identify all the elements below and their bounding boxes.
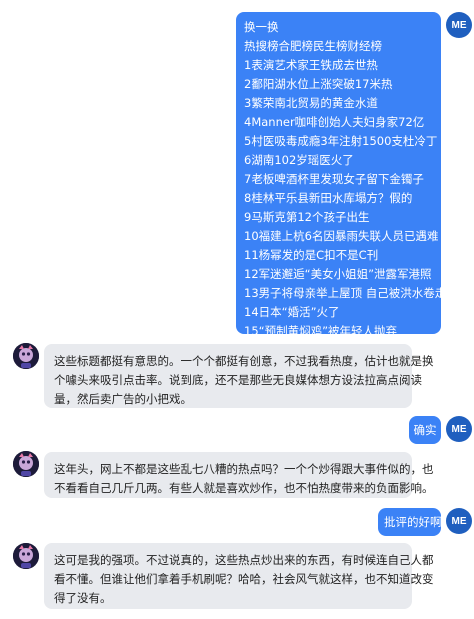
message-user-1: 换一换 热搜榜合肥榜民生榜财经榜 1表演艺术家王铁成去世热 2鄱阳湖水位上涨突破… [0,0,474,340]
bubble-line: 4Manner咖啡创始人夫妇身家72亿 [244,115,425,129]
message-assistant-1: 这些标题都挺有意思的。一个个都挺有创意，不过我看热度，估计也就是换 个噱头来吸引… [0,340,474,410]
bubble-line: 13男子将母亲举上屋顶 自己被洪水卷走热 [244,286,458,300]
bubble-line: 6湖南102岁瑶医火了 [244,153,354,167]
bubble-line: 9马斯克第12个孩子出生 [244,210,370,224]
user-bubble-hot-search-list: 换一换 热搜榜合肥榜民生榜财经榜 1表演艺术家王铁成去世热 2鄱阳湖水位上涨突破… [236,12,458,338]
message-assistant-2: 这年头，网上不都是这些乱七八糟的热点吗？一个个炒得跟大事件似的，也 不看看自己几… [0,448,474,504]
bubble-line: 批评的好啊 [384,515,442,529]
bubble-line: 15“预制黄焖鸡”被年轻人抛弃 [244,324,398,338]
message-user-2: 确实 ME [0,410,474,450]
assistant-bubble: 这可是我的强项。不过说真的，这些热点炒出来的东西，有时候连自己人都 看不懂。但谁… [44,543,434,609]
bubble-line: 个噱头来吸引点击率。说到底，还不是那些无良媒体想方设法拉高点阅读 [54,373,422,387]
bubble-line: 3繁荣南北贸易的黄金水道 [244,96,378,110]
bubble-line: 换一换 [244,20,279,34]
user-bubble: 批评的好啊 [378,508,442,536]
user-bubble: 确实 [409,416,441,444]
assistant-avatar [13,543,39,569]
bubble-line: 量，然后卖广告的小把戏。 [54,392,192,406]
bubble-line: 7老板啤酒杯里发现女子留下金镯子 [244,172,424,186]
bubble-line: 2鄱阳湖水位上涨突破17米热 [244,77,393,91]
bubble-line: 不看看自己几斤几两。有些人就是喜欢炒作，也不怕热度带来的负面影响。 [54,481,434,495]
user-avatar: ME [446,416,472,442]
bubble-line: 10福建上杭6名因暴雨失联人员已遇难 [244,229,439,243]
bubble-line: 看不懂。但谁让他们拿着手机刷呢？哈哈，社会风气就这样，也不知道改变 [54,572,434,586]
bubble-line: 8桂林平乐县新田水库塌方？假的 [244,191,413,205]
bubble-line: 12军迷邂逅“美女小姐姐”泄露军港照 [244,267,432,281]
bubble-line: 这些标题都挺有意思的。一个个都挺有创意，不过我看热度，估计也就是换 [54,354,434,368]
message-assistant-3: 这可是我的强项。不过说真的，这些热点炒出来的东西，有时候连自己人都 看不懂。但谁… [0,540,474,615]
user-avatar: ME [446,508,472,534]
message-user-3: 批评的好啊 ME [0,504,474,540]
bubble-line: 1表演艺术家王铁成去世热 [244,58,378,72]
assistant-avatar-icon [13,451,39,477]
bubble-line: 得了没有。 [54,591,112,605]
assistant-avatar-icon [13,543,39,569]
user-avatar: ME [446,12,472,38]
bubble-line: 11杨幂发的是C扣不是C刊 [244,248,379,262]
bubble-line: 热搜榜合肥榜民生榜财经榜 [244,39,382,53]
assistant-avatar [13,343,39,369]
bubble-line: 这年头，网上不都是这些乱七八糟的热点吗？一个个炒得跟大事件似的，也 [54,462,434,476]
assistant-bubble: 这年头，网上不都是这些乱七八糟的热点吗？一个个炒得跟大事件似的，也 不看看自己几… [44,452,434,498]
assistant-avatar [13,451,39,477]
bubble-line: 5村医吸毒成瘾3年注射1500支杜冷丁 [244,134,438,148]
bubble-line: 这可是我的强项。不过说真的，这些热点炒出来的东西，有时候连自己人都 [54,553,434,567]
assistant-bubble: 这些标题都挺有意思的。一个个都挺有创意，不过我看热度，估计也就是换 个噱头来吸引… [44,344,434,408]
bubble-line: 确实 [413,423,437,437]
bubble-line: 14日本“婚活”火了 [244,305,340,319]
assistant-avatar-icon [13,343,39,369]
